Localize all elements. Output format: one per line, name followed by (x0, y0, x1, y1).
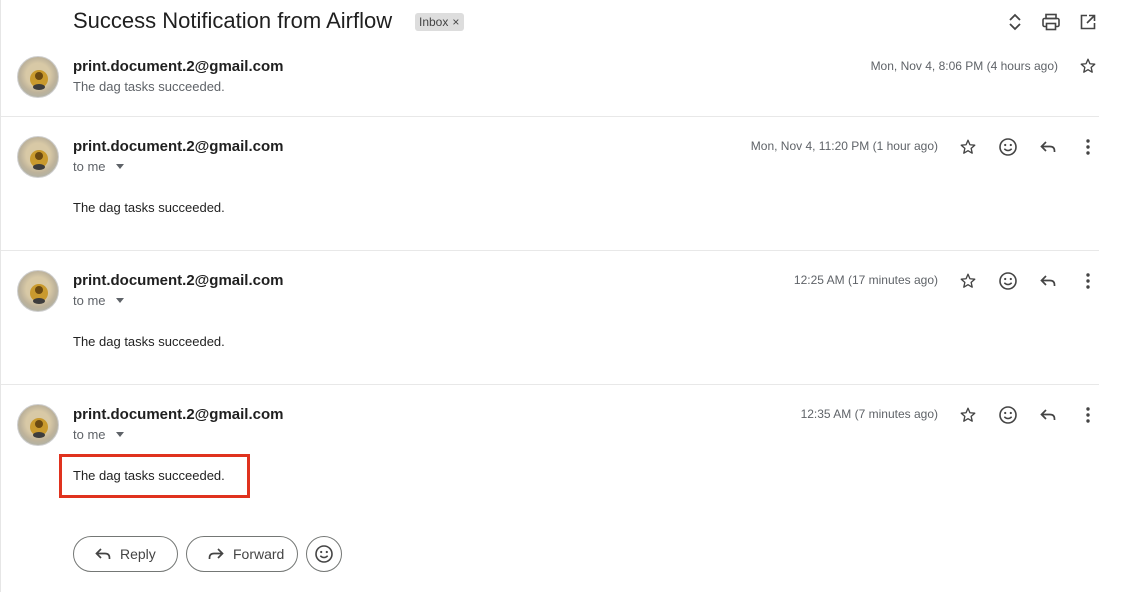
star-icon[interactable] (956, 135, 980, 159)
more-vert-icon[interactable] (1076, 135, 1100, 159)
sender-email: print.document.2@gmail.com (73, 138, 284, 155)
thread-subject: Success Notification from Airflow (73, 8, 393, 33)
message-date: 12:25 AM (17 minutes ago) (793, 273, 938, 287)
sender-email: print.document.2@gmail.com (73, 272, 284, 289)
forward-icon (207, 545, 225, 563)
reply-icon[interactable] (1036, 135, 1060, 159)
more-vert-icon[interactable] (1076, 269, 1100, 293)
star-icon[interactable] (956, 403, 980, 427)
message-expanded: print.document.2@gmail.com to me The dag… (1, 117, 1099, 250)
sender-avatar (17, 56, 59, 98)
reply-icon[interactable] (1036, 403, 1060, 427)
message-collapsed[interactable]: print.document.2@gmail.com The dag tasks… (1, 44, 1099, 116)
message-expanded: print.document.2@gmail.com to me The dag… (1, 251, 1099, 384)
sender-email: print.document.2@gmail.com (73, 58, 284, 75)
expand-all-icon[interactable] (1003, 10, 1027, 34)
thread-header: Success Notification from Airflow Inbox … (1, 0, 1132, 44)
emoji-icon (314, 544, 334, 564)
chevron-down-icon (115, 298, 124, 303)
email-thread-view: Success Notification from Airflow Inbox … (0, 0, 1132, 592)
emoji-icon[interactable] (996, 269, 1020, 293)
message-date: Mon, Nov 4, 8:06 PM (4 hours ago) (870, 59, 1058, 73)
star-icon[interactable] (1076, 54, 1100, 78)
more-vert-icon[interactable] (1076, 403, 1100, 427)
sender-avatar (17, 404, 59, 446)
star-icon[interactable] (956, 269, 980, 293)
reply-icon[interactable] (1036, 269, 1060, 293)
open-in-new-window-icon[interactable] (1076, 10, 1100, 34)
recipient-text: to me (73, 159, 106, 174)
sender-email: print.document.2@gmail.com (73, 406, 284, 423)
reply-icon (94, 545, 112, 563)
sender-avatar (17, 270, 59, 312)
forward-button[interactable]: Forward (186, 536, 298, 572)
add-reaction-button[interactable] (306, 536, 342, 572)
recipient-details-toggle[interactable]: to me (73, 293, 124, 308)
reply-button[interactable]: Reply (73, 536, 178, 572)
chevron-down-icon (115, 164, 124, 169)
message-date: 12:35 AM (7 minutes ago) (800, 407, 938, 421)
recipient-details-toggle[interactable]: to me (73, 427, 124, 442)
chevron-down-icon (115, 432, 124, 437)
emoji-icon[interactable] (996, 135, 1020, 159)
recipient-text: to me (73, 427, 106, 442)
recipient-details-toggle[interactable]: to me (73, 159, 124, 174)
sender-avatar (17, 136, 59, 178)
message-date: Mon, Nov 4, 11:20 PM (1 hour ago) (750, 139, 938, 153)
message-body: The dag tasks succeeded. (73, 334, 225, 349)
emoji-icon[interactable] (996, 403, 1020, 427)
label-chip-text: Inbox (419, 15, 449, 29)
print-icon[interactable] (1039, 10, 1063, 34)
highlight-annotation-box (59, 454, 250, 498)
remove-label-icon[interactable]: × (452, 15, 459, 29)
reply-button-label: Reply (120, 546, 156, 562)
forward-button-label: Forward (233, 546, 285, 562)
message-body: The dag tasks succeeded. (73, 200, 225, 215)
recipient-text: to me (73, 293, 106, 308)
message-snippet: The dag tasks succeeded. (73, 79, 225, 94)
inbox-label-chip[interactable]: Inbox × (415, 13, 465, 31)
